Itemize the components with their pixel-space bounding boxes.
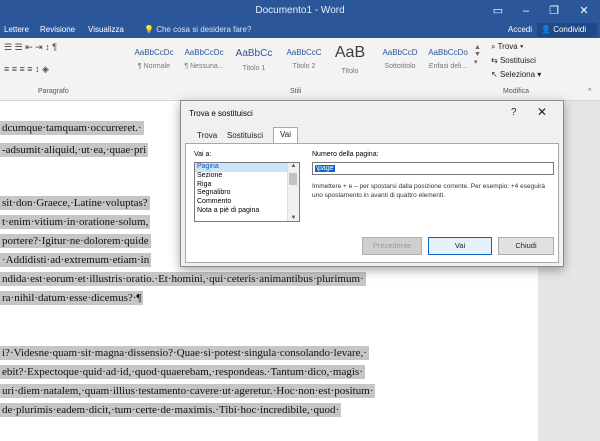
list-scrollbar[interactable]: ▲ ▼ — [287, 163, 299, 221]
tell-me-box[interactable]: 💡 Che cosa si desidera fare? — [144, 25, 251, 34]
edit-group-label: Modifica — [503, 88, 530, 95]
tab-revisione[interactable]: Revisione — [40, 25, 75, 34]
styles-group-label: Stili — [290, 88, 302, 95]
list-item-segnalibro[interactable]: Segnalibro — [195, 189, 299, 198]
replace-button[interactable]: ⇆ Sostituisci — [491, 56, 536, 65]
page-number-input[interactable]: \page — [312, 162, 554, 175]
style-name: Sottotitolo — [384, 63, 416, 70]
restore-button[interactable]: ❐ — [540, 0, 568, 22]
help-button[interactable]: ? — [511, 107, 517, 118]
list-item-commento[interactable]: Commento — [195, 198, 299, 207]
title-bar: Documento1 - Word ▭ – ❐ ✕ — [0, 0, 600, 22]
style-sample: AaBbCcDc — [134, 48, 174, 57]
document-line: ebit?·Expectoque·quid·ad·id,·quod·quaere… — [0, 365, 365, 379]
style-sample: AaBbCcC — [286, 48, 322, 57]
style-name: Titolo 2 — [292, 63, 316, 70]
tab-lettere[interactable]: Lettere — [4, 25, 29, 34]
find-label: Trova — [497, 42, 518, 51]
close-button[interactable]: Chiudi — [498, 237, 554, 255]
page-number-label: Numero della pagina: — [312, 151, 379, 158]
style-titolo-2[interactable]: AaBbCcC Titolo 2 — [280, 44, 328, 80]
scroll-down-icon[interactable]: ▼ — [288, 215, 299, 221]
document-line: sit·don·Graece,·Latine·voluptas? — [0, 196, 150, 210]
minimize-button[interactable]: – — [512, 0, 540, 22]
lightbulb-icon: 💡 — [144, 25, 154, 34]
previous-button[interactable]: Precedente — [362, 237, 422, 255]
document-line: ndida·est·eorum·et·illustris·oratio.·Et·… — [0, 272, 366, 286]
menu-bar: Lettere Revisione Visualizza 💡 Che cosa … — [0, 22, 600, 38]
goto-label: Vai a: — [194, 151, 212, 158]
style-normale[interactable]: AaBbCcDc ¶ Normale — [130, 44, 178, 80]
document-line: dcumque·tamquam·occurreret.· — [0, 121, 144, 135]
dialog-title: Trova e sostituisci — [189, 109, 253, 118]
list-item-sezione[interactable]: Sezione — [195, 172, 299, 181]
document-line: -adsumit·aliquid,·ut·ea,·quae·pri — [0, 143, 149, 157]
share-button[interactable]: 👤 Condividi — [537, 23, 597, 37]
document-line: portere?·Igitur·ne·dolorem·quide — [0, 234, 151, 248]
bullets-icon[interactable]: ☰ ☰ ⇤ ⇥ ↕ ¶ — [4, 42, 57, 53]
tab-vai[interactable]: Vai — [273, 127, 298, 144]
find-replace-dialog: Trova e sostituisci ? ✕ Trova Sostituisc… — [180, 100, 564, 267]
style-name: ¶ Normale — [137, 63, 171, 70]
paragraph-group-label: Paragrafo — [38, 88, 69, 95]
cursor-icon: ↖ — [491, 70, 498, 79]
list-item-pagina[interactable]: Pagina — [195, 163, 299, 172]
select-button[interactable]: ↖ Seleziona ▾ — [491, 70, 541, 79]
replace-icon: ⇆ — [491, 56, 498, 65]
document-line: uri·diem·natalem,·quam·illius·testamento… — [0, 384, 376, 398]
style-name: Titolo 1 — [242, 65, 266, 72]
tell-me-text: Che cosa si desidera fare? — [156, 25, 252, 34]
goto-list[interactable]: Pagina Sezione Riga Segnalibro Commento … — [194, 162, 300, 222]
replace-label: Sostituisci — [499, 56, 536, 65]
tab-trova[interactable]: Trova — [191, 129, 223, 143]
ribbon: ☰ ☰ ⇤ ⇥ ↕ ¶ ≡ ≡ ≡ ≡ ↕ ◈ Paragrafo AaBbCc… — [0, 38, 600, 101]
style-sample: AaBbCcDc — [184, 48, 224, 57]
document-line: ra·nihil·datum·esse·dicemus?·¶ — [0, 291, 144, 305]
style-titolo[interactable]: AaB Titolo — [326, 44, 374, 80]
style-titolo-1[interactable]: AaBbCc Titolo 1 — [230, 44, 278, 80]
styles-scroll-icon[interactable]: ▲ ▼ ▾ — [474, 44, 481, 66]
scroll-thumb[interactable] — [289, 173, 297, 185]
find-button[interactable]: ⌕ Trova ▾ — [491, 42, 523, 52]
tab-sostituisci[interactable]: Sostituisci — [221, 129, 269, 143]
sign-in-link[interactable]: Accedi — [508, 25, 532, 34]
style-name: Titolo — [341, 68, 359, 75]
document-line: t·enim·vitium·in·oratione·solum, — [0, 215, 151, 229]
share-label: Condividi — [553, 25, 587, 34]
page-number-value: \page — [315, 165, 335, 172]
hint-text: Immettere + e – per spostarsi dalla posi… — [312, 183, 546, 199]
style-name: ¶ Nessuna... — [184, 63, 224, 70]
select-label: Seleziona — [499, 70, 536, 79]
style-sample: AaBbCcDo — [428, 48, 468, 57]
style-sample: AaBbCc — [235, 48, 273, 59]
dialog-close-button[interactable]: ✕ — [537, 105, 547, 119]
list-item-nota[interactable]: Nota a piè di pagina — [195, 207, 299, 216]
scroll-up-icon[interactable]: ▲ — [288, 163, 299, 169]
style-enfasi[interactable]: AaBbCcDo Enfasi deli... — [424, 44, 472, 80]
search-icon: ⌕ — [491, 42, 496, 51]
style-sottotitolo[interactable]: AaBbCcD Sottotitolo — [376, 44, 424, 80]
document-line: i?·Videsne·quam·sit·magna·dissensio?·Qua… — [0, 346, 369, 360]
document-line: ·Addidisti·ad·extremum·etiam·in — [0, 253, 152, 267]
goto-panel: Vai a: Pagina Sezione Riga Segnalibro Co… — [185, 143, 559, 263]
style-nessuna[interactable]: AaBbCcDc ¶ Nessuna... — [180, 44, 228, 80]
style-name: Enfasi deli... — [428, 63, 468, 70]
window-close-button[interactable]: ✕ — [570, 0, 598, 22]
goto-button[interactable]: Vai — [428, 237, 492, 255]
document-line: de·plurimis·eadem·dicit,·tum·certe·de·ma… — [0, 403, 342, 417]
ribbon-options-icon[interactable]: ▭ — [484, 0, 512, 22]
user-icon: 👤 — [541, 25, 551, 34]
list-item-riga[interactable]: Riga — [195, 181, 299, 190]
style-sample: AaBbCcD — [382, 48, 418, 57]
collapse-ribbon-icon[interactable]: ^ — [588, 88, 591, 95]
tab-visualizza[interactable]: Visualizza — [88, 25, 124, 34]
align-icon[interactable]: ≡ ≡ ≡ ≡ ↕ ◈ — [4, 64, 49, 75]
style-sample: AaB — [334, 44, 366, 61]
